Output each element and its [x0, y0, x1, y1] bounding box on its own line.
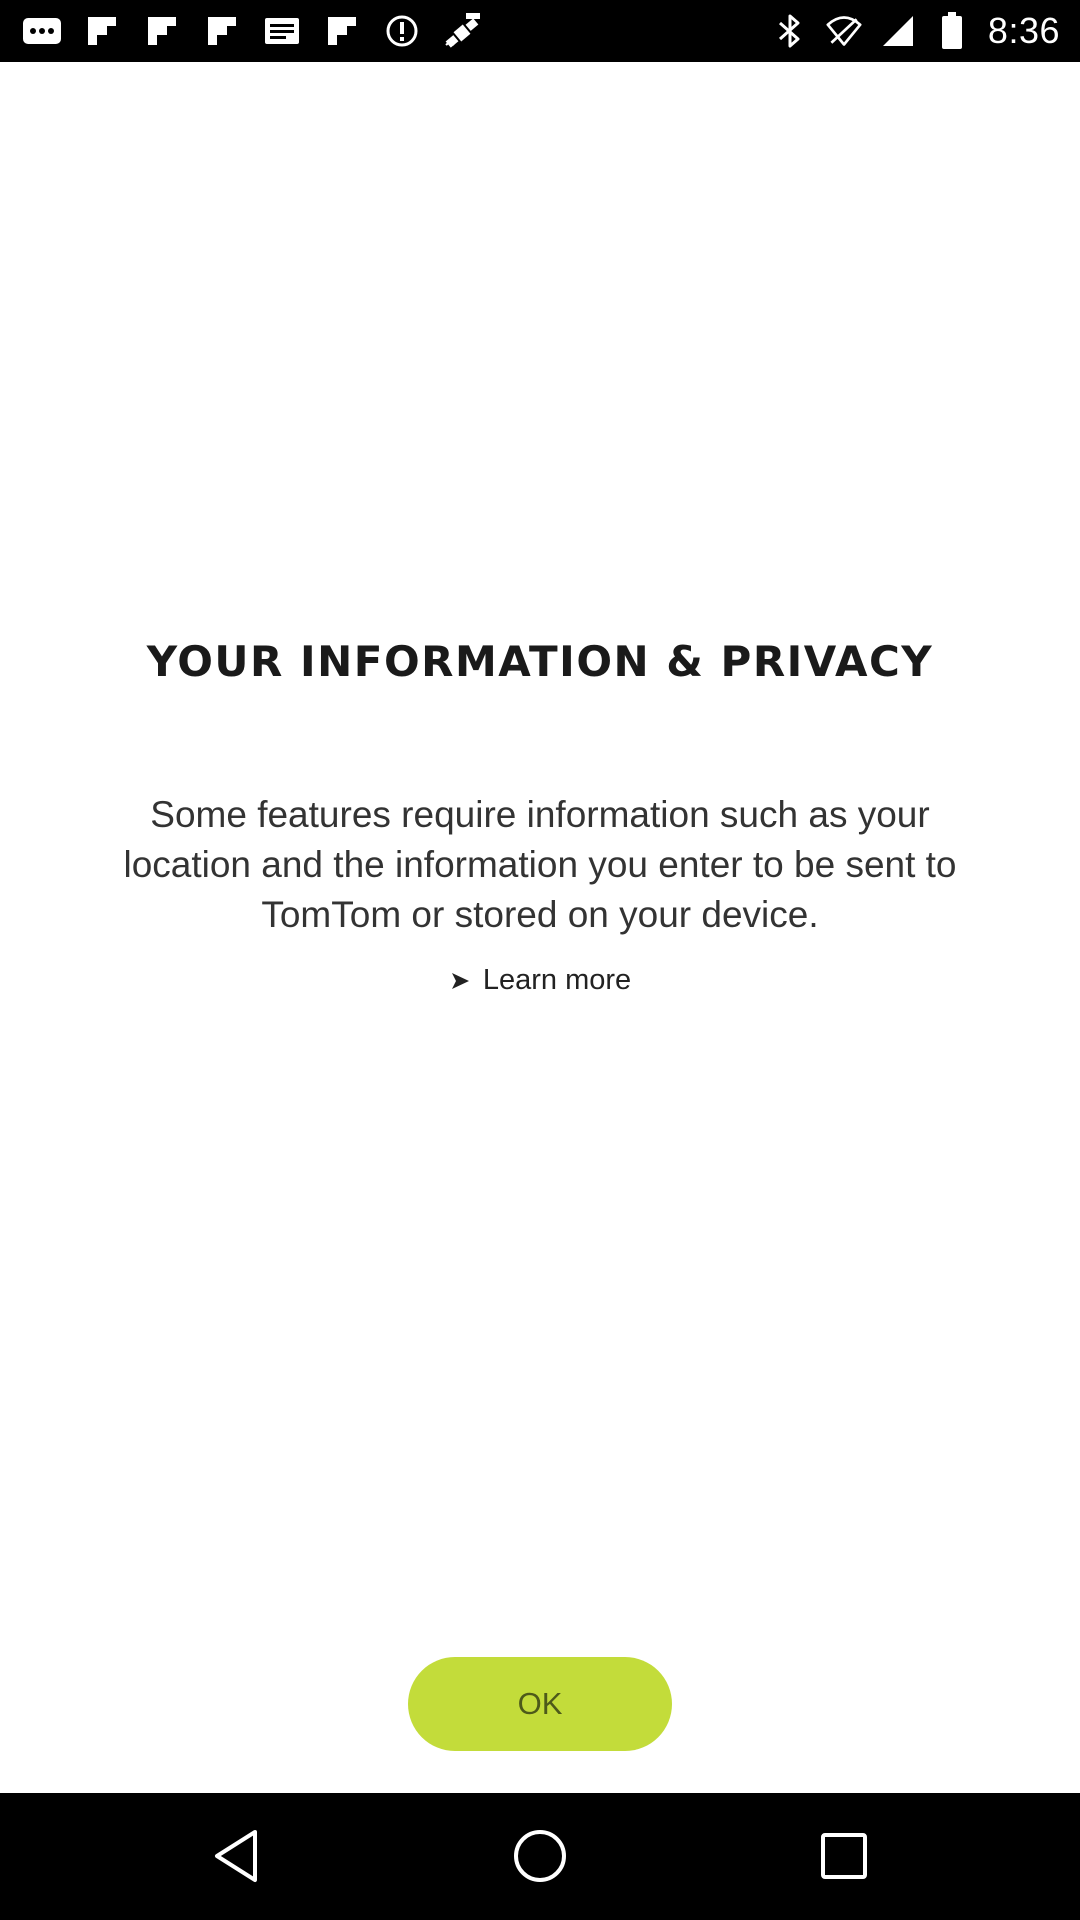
flipboard-icon — [202, 11, 242, 51]
info-circle-icon — [382, 11, 422, 51]
status-time: 8:36 — [987, 10, 1060, 51]
flipboard-icon — [142, 11, 182, 51]
system-icons: 8:36 — [772, 10, 1060, 52]
navigation-bar — [0, 1793, 1080, 1920]
home-icon[interactable] — [507, 1823, 573, 1889]
recents-icon[interactable] — [811, 1823, 877, 1889]
flipboard-icon — [322, 11, 362, 51]
privacy-screen: YOUR INFORMATION & PRIVACY Some features… — [0, 62, 1080, 1793]
arrow-right-icon — [449, 970, 471, 992]
learn-more-link[interactable]: Learn more — [0, 964, 1080, 997]
fake-gps-icon — [442, 11, 482, 51]
bluetooth-icon — [772, 11, 808, 51]
status-bar: 8:36 — [0, 0, 1080, 62]
privacy-description: Some features require information such a… — [50, 790, 1030, 940]
privacy-description-line: location and the information you enter t… — [123, 844, 957, 885]
signal-icon — [880, 11, 916, 51]
privacy-description-line: Some features require information such a… — [150, 794, 930, 835]
learn-more-label: Learn more — [482, 964, 632, 996]
message-icon — [262, 11, 302, 51]
back-icon[interactable] — [203, 1823, 269, 1889]
page-title: YOUR INFORMATION & PRIVACY — [146, 637, 934, 686]
wifi-off-icon — [826, 11, 862, 51]
flipboard-icon — [82, 11, 122, 51]
privacy-description-line: TomTom or stored on your device. — [261, 894, 819, 935]
battery-icon — [934, 11, 970, 51]
ok-button[interactable]: OK — [408, 1657, 672, 1751]
more-dots-icon — [22, 11, 62, 51]
notification-icons — [22, 10, 482, 52]
